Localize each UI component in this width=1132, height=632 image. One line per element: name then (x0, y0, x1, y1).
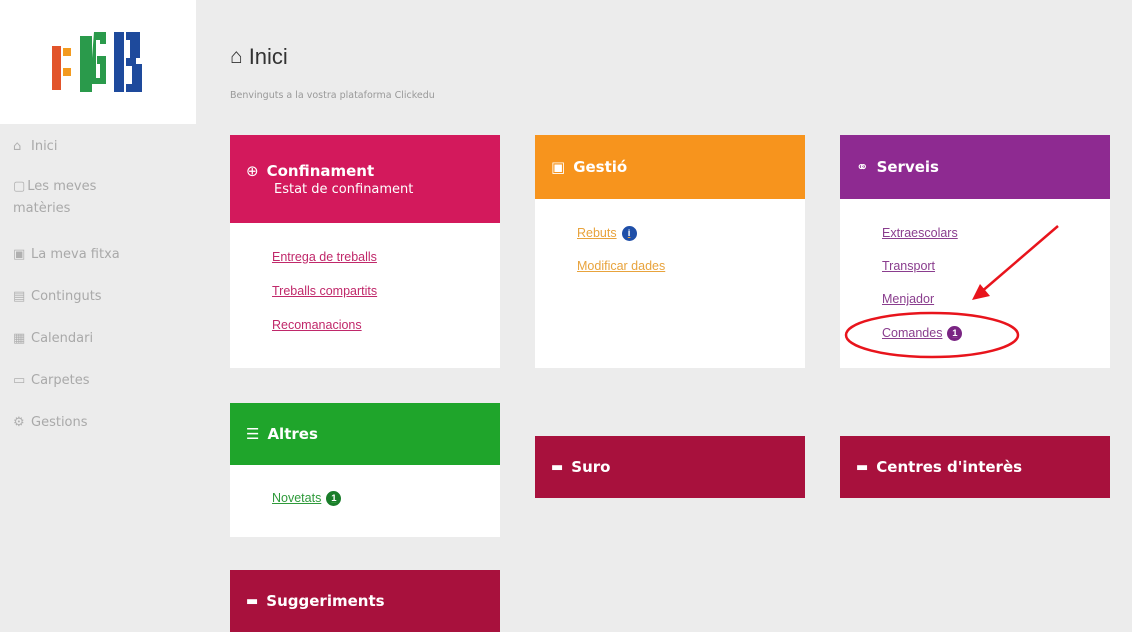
handshake-icon: ⚭ (856, 158, 869, 176)
home-icon: ⌂ (13, 139, 22, 154)
sidebar-item-label: Calendari (31, 331, 94, 346)
card-confinament: ⊕ Confinament Estat de confinament Entre… (230, 135, 500, 368)
sidebar-item-label: Carpetes (31, 373, 90, 388)
folder-icon: ▬ (551, 459, 564, 475)
link-label: Comandes (882, 326, 943, 341)
link-comandes[interactable]: Comandes 1 (882, 326, 963, 341)
folder-icon: ▬ (246, 593, 259, 609)
link-rebuts[interactable]: Rebuts i (577, 226, 637, 241)
book-icon: ▢ (13, 179, 26, 194)
sidebar-item-text: Les meves matèries (13, 179, 97, 216)
count-badge: 1 (947, 326, 963, 341)
card-title: Serveis (876, 158, 939, 176)
contents-icon: ▤ (13, 289, 26, 304)
link-label: Novetats (272, 491, 322, 506)
tile-suro[interactable]: ▬ Suro (535, 436, 805, 498)
sidebar-item-gestions[interactable]: ⚙ Gestions (13, 412, 88, 434)
link-extraescolars[interactable]: Extraescolars (882, 227, 958, 240)
card-title: Gestió (573, 158, 628, 176)
link-modificar-dades[interactable]: Modificar dades (577, 260, 665, 273)
sidebar-item-label: ▢ Les meves matèries (13, 176, 153, 220)
page-title-text: Inici (248, 44, 288, 69)
card-gestio-header[interactable]: ▣ Gestió (535, 135, 805, 199)
link-menjador[interactable]: Menjador (882, 293, 934, 306)
sidebar-item-calendari[interactable]: ▦ Calendari (13, 328, 93, 350)
page-subtitle: Benvinguts a la vostra plataforma Clicke… (230, 90, 435, 101)
card-confinament-header[interactable]: ⊕ Confinament Estat de confinament (230, 135, 500, 223)
logo-area (0, 0, 196, 124)
sidebar-item-continguts[interactable]: ▤ Continguts (13, 286, 102, 308)
virus-icon: ⊕ (246, 161, 259, 180)
handshake-icon: ⚙ (13, 415, 25, 430)
sidebar-item-label: Inici (31, 139, 58, 154)
count-badge: 1 (326, 491, 342, 506)
tile-suggeriments[interactable]: ▬ Suggeriments (230, 570, 500, 632)
card-serveis-header[interactable]: ⚭ Serveis (840, 135, 1110, 199)
card-serveis: ⚭ Serveis Extraescolars Transport Menjad… (840, 135, 1110, 368)
sidebar-item-label: La meva fitxa (31, 247, 120, 262)
card-title: Confinament (266, 161, 375, 180)
tile-label: Suggeriments (266, 592, 385, 610)
school-logo[interactable] (50, 28, 160, 94)
sidebar-item-la-meva-fitxa[interactable]: ▣ La meva fitxa (13, 244, 120, 266)
card-title: Altres (267, 425, 318, 443)
folder-icon: ▭ (13, 373, 26, 388)
sidebar-item-label: Continguts (31, 289, 102, 304)
tile-label: Centres d'interès (876, 458, 1023, 476)
sidebar-item-inici[interactable]: ⌂ Inici (13, 136, 57, 158)
id-card-icon: ▣ (551, 158, 566, 176)
info-badge: i (621, 226, 637, 241)
calendar-icon: ▦ (13, 331, 26, 346)
page-title: ⌂ Inici (230, 44, 435, 70)
tile-centres-interes[interactable]: ▬ Centres d'interès (840, 436, 1110, 498)
link-transport[interactable]: Transport (882, 260, 935, 273)
card-subtitle: Estat de confinament (274, 181, 414, 197)
tile-label: Suro (571, 458, 611, 476)
card-gestio: ▣ Gestió Rebuts i Modificar dades (535, 135, 805, 368)
link-treballs-compartits[interactable]: Treballs compartits (272, 285, 377, 298)
home-icon: ⌂ (230, 45, 243, 68)
list-icon: ☰ (246, 425, 260, 443)
sidebar-item-label: Gestions (31, 415, 88, 430)
sidebar-item-carpetes[interactable]: ▭ Carpetes (13, 370, 90, 392)
card-altres: ☰ Altres Novetats 1 (230, 403, 500, 537)
page-header: ⌂ Inici Benvinguts a la vostra plataform… (230, 44, 435, 101)
folder-icon: ▬ (856, 459, 869, 475)
link-entrega-de-treballs[interactable]: Entrega de treballs (272, 251, 377, 264)
id-card-icon: ▣ (13, 247, 26, 262)
card-altres-header[interactable]: ☰ Altres (230, 403, 500, 465)
sidebar-item-les-meves-materies[interactable]: ▢ Les meves matèries (13, 176, 153, 220)
sidebar: ⌂ Inici ▢ Les meves matèries ▣ La meva fi… (0, 0, 196, 632)
link-label: Rebuts (577, 226, 617, 241)
link-novetats[interactable]: Novetats 1 (272, 491, 342, 506)
link-recomanacions[interactable]: Recomanacions (272, 319, 362, 332)
